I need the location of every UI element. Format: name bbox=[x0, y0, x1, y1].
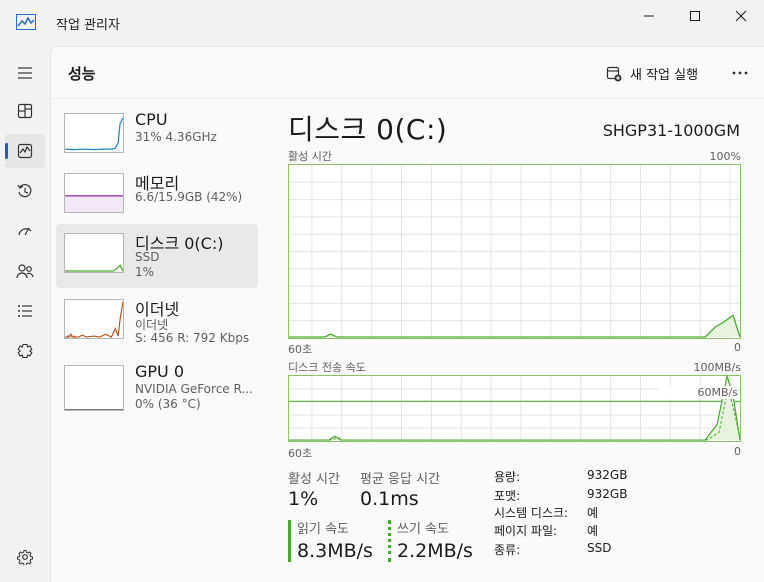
active-time-x-right: 0 bbox=[734, 341, 741, 354]
nav-processes[interactable] bbox=[5, 94, 45, 128]
transfer-ref-label: 60MB/s bbox=[660, 386, 738, 399]
device-detail: 1% bbox=[135, 265, 155, 279]
task-manager-app-icon bbox=[16, 14, 36, 30]
info-value-capacity: 932GB bbox=[587, 468, 628, 482]
device-subtitle: NVIDIA GeForce R... bbox=[135, 382, 253, 396]
stat-avg-response-value: 0.1ms bbox=[360, 488, 419, 510]
info-value-page-file: 예 bbox=[587, 524, 599, 538]
device-item-ethernet[interactable]: 이더넷 이더넷 S: 456 R: 792 Kbps bbox=[56, 290, 258, 354]
ethernet-thumbnail-graph bbox=[64, 299, 124, 339]
page-title: 성능 bbox=[68, 65, 96, 83]
header-divider bbox=[50, 98, 764, 99]
info-key-type: 종류: bbox=[494, 543, 521, 557]
device-item-gpu[interactable]: GPU 0 NVIDIA GeForce R... 0% (36 °C) bbox=[56, 356, 258, 420]
write-speed-legend-line bbox=[388, 520, 391, 562]
active-time-graph bbox=[288, 164, 741, 339]
close-button[interactable] bbox=[718, 0, 764, 32]
minimize-button[interactable] bbox=[626, 0, 672, 32]
transfer-max-label: 100MB/s bbox=[693, 361, 741, 374]
stat-read-speed-value: 8.3MB/s bbox=[297, 540, 373, 562]
minimize-icon bbox=[644, 15, 654, 17]
memory-thumbnail-graph bbox=[64, 173, 124, 213]
nav-app-history[interactable] bbox=[5, 174, 45, 208]
gpu-thumbnail-graph bbox=[64, 365, 124, 411]
info-key-page-file: 페이지 파일: bbox=[494, 524, 558, 538]
device-detail: 0% (36 °C) bbox=[135, 397, 201, 411]
stat-write-speed-value: 2.2MB/s bbox=[397, 540, 473, 562]
nav-performance[interactable] bbox=[5, 134, 45, 168]
new-task-icon bbox=[606, 66, 622, 81]
info-value-format: 932GB bbox=[587, 487, 628, 501]
stat-active-time-label: 활성 시간 bbox=[288, 472, 340, 487]
nav-details[interactable] bbox=[5, 294, 45, 328]
settings-icon bbox=[17, 550, 33, 565]
device-name: CPU bbox=[135, 110, 168, 129]
details-icon bbox=[18, 305, 32, 317]
users-icon bbox=[16, 264, 34, 279]
stat-avg-response-label: 평균 응답 시간 bbox=[360, 472, 441, 487]
transfer-graph-label: 디스크 전송 속도 bbox=[288, 361, 366, 374]
more-options-button[interactable] bbox=[728, 62, 752, 84]
transfer-x-left: 60초 bbox=[288, 447, 313, 460]
performance-icon bbox=[17, 143, 33, 159]
transfer-x-right: 0 bbox=[734, 445, 741, 458]
read-speed-legend-line bbox=[288, 520, 291, 562]
info-value-system-disk: 예 bbox=[587, 506, 599, 520]
nav-menu-button[interactable] bbox=[5, 56, 45, 90]
nav-startup-apps[interactable] bbox=[5, 214, 45, 248]
device-item-memory[interactable]: 메모리 6.6/15.9GB (42%) bbox=[56, 164, 258, 228]
window-title: 작업 관리자 bbox=[56, 18, 120, 33]
close-icon bbox=[735, 10, 747, 22]
disk-model: SHGP31-1000GM bbox=[602, 121, 740, 140]
device-subtitle: 31% 4.36GHz bbox=[135, 130, 217, 144]
new-task-label: 새 작업 실행 bbox=[630, 68, 699, 83]
maximize-icon bbox=[690, 11, 700, 21]
stat-read-speed-label: 읽기 속도 bbox=[297, 522, 349, 537]
info-key-capacity: 용량: bbox=[494, 470, 521, 484]
hamburger-icon bbox=[18, 67, 32, 79]
services-icon bbox=[17, 343, 33, 359]
info-key-system-disk: 시스템 디스크: bbox=[494, 506, 569, 520]
disk-title: 디스크 0(C:) bbox=[288, 113, 448, 146]
maximize-button[interactable] bbox=[672, 0, 718, 32]
nav-users[interactable] bbox=[5, 254, 45, 288]
device-subtitle: SSD bbox=[135, 250, 160, 264]
info-value-type: SSD bbox=[587, 541, 612, 555]
nav-active-indicator bbox=[5, 143, 8, 159]
nav-services[interactable] bbox=[5, 334, 45, 368]
active-time-x-left: 60초 bbox=[288, 343, 313, 356]
active-time-max-label: 100% bbox=[709, 150, 741, 163]
stat-active-time-value: 1% bbox=[288, 488, 319, 510]
more-icon bbox=[732, 71, 748, 75]
info-key-format: 포맷: bbox=[494, 489, 521, 503]
active-time-graph-label: 활성 시간 bbox=[288, 150, 332, 163]
processes-icon bbox=[17, 103, 33, 119]
device-subtitle: 6.6/15.9GB (42%) bbox=[135, 190, 243, 204]
device-name: GPU 0 bbox=[135, 362, 185, 381]
device-item-disk[interactable]: 디스크 0(C:) SSD 1% bbox=[56, 224, 258, 288]
device-detail: S: 456 R: 792 Kbps bbox=[135, 331, 250, 345]
nav-settings[interactable] bbox=[5, 540, 45, 574]
cpu-thumbnail-graph bbox=[64, 113, 124, 153]
new-task-button[interactable]: 새 작업 실행 bbox=[606, 64, 698, 83]
stat-write-speed-label: 쓰기 속도 bbox=[397, 522, 449, 537]
app-history-icon bbox=[17, 183, 32, 198]
startup-apps-icon bbox=[18, 227, 32, 236]
device-item-cpu[interactable]: CPU 31% 4.36GHz bbox=[56, 104, 258, 168]
title-bar: 작업 관리자 bbox=[0, 0, 764, 46]
disk-thumbnail-graph bbox=[64, 233, 124, 273]
